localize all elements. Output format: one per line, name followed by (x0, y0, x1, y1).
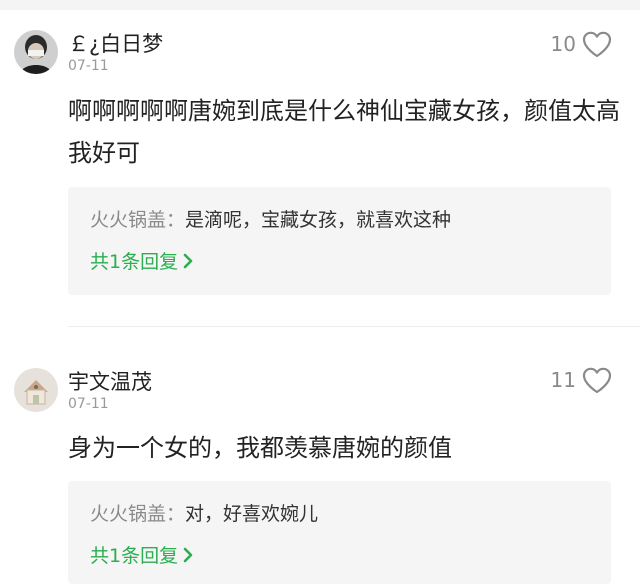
username[interactable]: 宇文温茂 (68, 366, 152, 396)
reply-box[interactable]: 火火锅盖：是滴呢，宝藏女孩，就喜欢这种 共1条回复 (68, 187, 611, 295)
avatar[interactable] (14, 30, 58, 74)
comment-item: 宇文温茂 07-11 11 身为一个女的，我都羡慕唐婉的颜值 火火锅盖：对，好喜… (0, 332, 640, 584)
view-replies-label: 共1条回复 (90, 545, 179, 567)
avatar[interactable] (14, 368, 58, 412)
comment-date: 07-11 (68, 396, 109, 412)
reply-content: 对，好喜欢婉儿 (185, 503, 319, 525)
like-count: 11 (550, 368, 576, 392)
reply-separator: ： (166, 209, 186, 231)
reply-box[interactable]: 火火锅盖：对，好喜欢婉儿 共1条回复 (68, 481, 611, 584)
chevron-right-icon (182, 547, 194, 563)
reply-author[interactable]: 火火锅盖 (90, 209, 166, 231)
heart-icon[interactable] (582, 367, 612, 394)
reply-line: 火火锅盖：对，好喜欢婉儿 (90, 499, 318, 526)
like-count: 10 (550, 32, 576, 56)
comment-date: 07-11 (68, 58, 109, 74)
reply-author[interactable]: 火火锅盖 (90, 503, 166, 525)
comment-list: ￡¿白日梦 07-11 10 啊啊啊啊啊唐婉到底是什么神仙宝藏女孩，颜值太高我好… (0, 0, 640, 584)
divider (68, 326, 640, 327)
comment-text: 身为一个女的，我都羡慕唐婉的颜值 (68, 434, 452, 462)
view-replies-label: 共1条回复 (90, 251, 179, 273)
reply-line: 火火锅盖：是滴呢，宝藏女孩，就喜欢这种 (90, 205, 451, 232)
comment-item: ￡¿白日梦 07-11 10 啊啊啊啊啊唐婉到底是什么神仙宝藏女孩，颜值太高我好… (0, 0, 640, 330)
username[interactable]: ￡¿白日梦 (68, 28, 163, 58)
view-replies-link[interactable]: 共1条回复 (90, 247, 194, 274)
view-replies-link[interactable]: 共1条回复 (90, 541, 194, 568)
like-button[interactable]: 11 (551, 365, 612, 395)
like-button[interactable]: 10 (551, 29, 612, 59)
reply-separator: ： (166, 503, 186, 525)
comment-text: 啊啊啊啊啊唐婉到底是什么神仙宝藏女孩，颜值太高我好可 (68, 97, 620, 167)
heart-icon[interactable] (582, 31, 612, 58)
chevron-right-icon (182, 253, 194, 269)
reply-content: 是滴呢，宝藏女孩，就喜欢这种 (185, 209, 452, 231)
